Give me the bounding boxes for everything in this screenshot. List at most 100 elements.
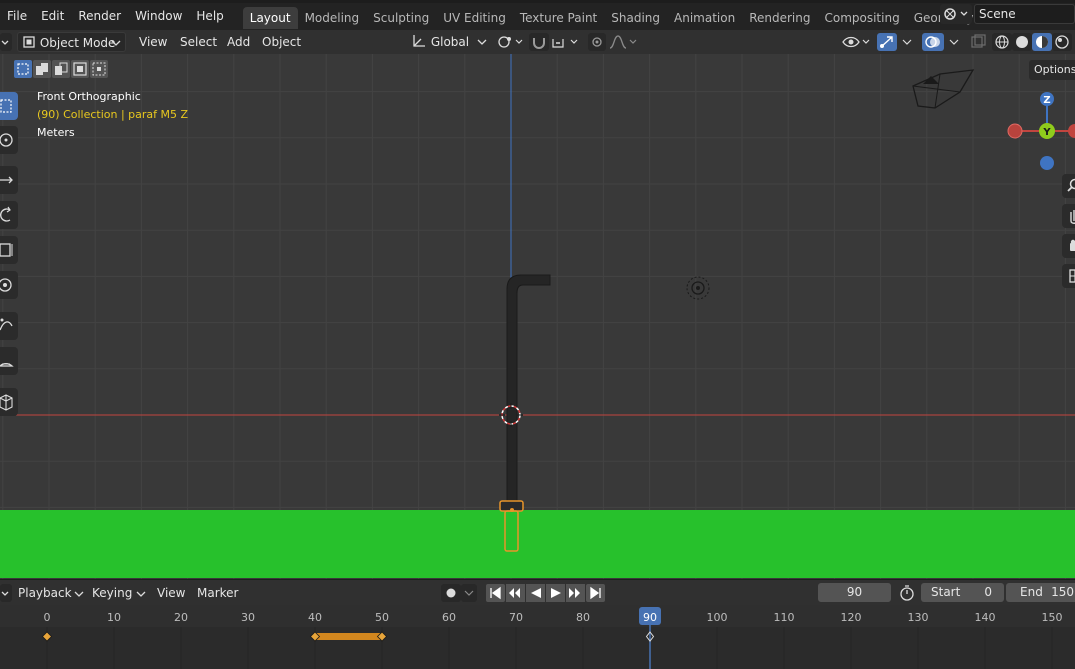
frame-tick-label: 100 [707, 611, 728, 624]
gizmo-y-label: Y [1042, 127, 1051, 138]
chevron-down-icon [136, 591, 146, 597]
camera-icon [1070, 239, 1075, 251]
menu-render[interactable]: Render [71, 3, 128, 30]
tab-compositing[interactable]: Compositing [817, 7, 906, 29]
play-reverse-button[interactable] [526, 584, 545, 602]
scene-name-field[interactable]: Scene [974, 4, 1075, 24]
current-frame-field[interactable]: 90 [818, 583, 891, 602]
transform-orientation-dropdown[interactable]: Global [411, 32, 489, 52]
eye-icon [842, 36, 870, 48]
menu-edit[interactable]: Edit [34, 3, 71, 30]
gizmo-dropdown[interactable] [898, 33, 916, 51]
navigation-gizmo[interactable]: Z Y [1000, 88, 1075, 178]
timeline-marker-menu[interactable]: Marker [197, 583, 238, 603]
gizmo-toggle[interactable] [877, 33, 897, 51]
jump-to-keyframe-forward-button[interactable] [566, 584, 585, 602]
tool-select-box[interactable] [0, 92, 18, 120]
tool-scale[interactable] [0, 236, 18, 264]
perspective-toggle-button[interactable] [1062, 264, 1075, 288]
overlays-toggle[interactable] [922, 33, 944, 51]
light-object[interactable] [684, 274, 712, 302]
tool-move[interactable] [0, 166, 18, 194]
menu-object[interactable]: Object [262, 32, 301, 52]
scene-icon [944, 8, 968, 20]
tool-cursor[interactable] [0, 126, 18, 154]
tab-animation[interactable]: Animation [667, 7, 742, 29]
3d-viewport[interactable]: Front Orthographic (90) Collection | par… [0, 54, 1075, 579]
auto-keying-dropdown[interactable] [461, 584, 477, 602]
preview-range-toggle[interactable] [896, 583, 918, 602]
pivot-point-button[interactable] [495, 33, 525, 51]
camera-view-button[interactable] [1062, 234, 1075, 258]
menu-help[interactable]: Help [189, 3, 230, 30]
selection-mode-buttons[interactable] [14, 60, 110, 78]
options-button[interactable]: Options [1029, 60, 1075, 80]
tool-add-cube[interactable] [0, 388, 18, 416]
current-frame-value: 90 [846, 585, 863, 599]
tab-modeling[interactable]: Modeling [298, 7, 367, 29]
proportional-editing-toggle[interactable] [588, 33, 606, 51]
xray-toggle[interactable] [969, 33, 987, 51]
snap-toggle[interactable] [529, 33, 549, 51]
snap-target-button[interactable] [550, 33, 582, 51]
viewport-header: Object Mode View Select Add Object Globa… [0, 30, 1075, 54]
timeline-area[interactable]: 010203040506070809010011012013014015090 [0, 605, 1075, 669]
falloff-button[interactable] [608, 33, 638, 51]
tab-texture-paint[interactable]: Texture Paint [513, 7, 604, 29]
playback-menu[interactable]: Playback [14, 583, 86, 603]
menu-select[interactable]: Select [180, 32, 217, 52]
magnet-icon [533, 38, 545, 49]
play-button[interactable] [546, 584, 565, 602]
jump-to-keyframe-back-button[interactable] [506, 584, 525, 602]
stopwatch-icon [900, 585, 914, 601]
jump-to-end-button[interactable] [586, 584, 605, 602]
keying-menu[interactable]: Keying [88, 583, 148, 603]
tab-rendering[interactable]: Rendering [742, 7, 817, 29]
menu-view[interactable]: View [139, 32, 167, 52]
playhead-frame-label: 90 [643, 611, 657, 624]
material-sphere-icon [1036, 36, 1048, 48]
chevron-down-icon [74, 591, 84, 597]
xray-icon [971, 34, 986, 48]
menu-window[interactable]: Window [128, 3, 189, 30]
auto-keying-toggle[interactable] [441, 584, 461, 602]
tab-uv-editing[interactable]: UV Editing [436, 7, 513, 29]
end-value: 150 [1051, 585, 1074, 599]
overlays-dropdown[interactable] [945, 33, 963, 51]
tool-rotate[interactable] [0, 201, 18, 229]
playback-controls [486, 584, 605, 602]
tool-measure[interactable] [0, 347, 18, 375]
end-frame-field[interactable]: End 150 [1006, 583, 1075, 602]
tab-shading[interactable]: Shading [604, 7, 667, 29]
shading-solid-button[interactable] [1012, 33, 1032, 51]
frame-tick-label: 10 [107, 611, 121, 624]
menu-add[interactable]: Add [227, 32, 250, 52]
scene-selector-button[interactable] [940, 4, 972, 24]
shading-wireframe-button[interactable] [992, 33, 1012, 51]
camera-object[interactable] [905, 66, 980, 116]
mode-dropdown[interactable]: Object Mode [17, 32, 126, 52]
transform-icon [0, 278, 12, 292]
overlay-icon [925, 36, 940, 48]
tab-sculpting[interactable]: Sculpting [366, 7, 436, 29]
shading-rendered-button[interactable] [1052, 33, 1072, 51]
orientation-label: Global [430, 35, 470, 49]
tab-layout[interactable]: Layout [242, 7, 298, 29]
rendered-sphere-icon [1055, 35, 1069, 49]
timeline-view-menu[interactable]: View [157, 583, 185, 603]
grid-icon [1069, 269, 1075, 283]
select-new-button [14, 60, 32, 78]
frame-tick-label: 20 [174, 611, 188, 624]
visibility-button[interactable] [840, 33, 872, 51]
tool-annotate[interactable] [0, 312, 18, 340]
menu-file[interactable]: File [0, 3, 34, 30]
start-frame-field[interactable]: Start 0 [921, 583, 1004, 602]
editor-type-button[interactable] [0, 33, 12, 51]
shading-material-button[interactable] [1032, 33, 1052, 51]
annotate-icon [0, 318, 13, 331]
jump-to-start-button[interactable] [486, 584, 505, 602]
pan-button[interactable] [1062, 204, 1075, 228]
timeline-editor-type[interactable] [0, 584, 12, 602]
chevron-down-icon [949, 39, 959, 45]
tool-transform[interactable] [0, 271, 18, 299]
